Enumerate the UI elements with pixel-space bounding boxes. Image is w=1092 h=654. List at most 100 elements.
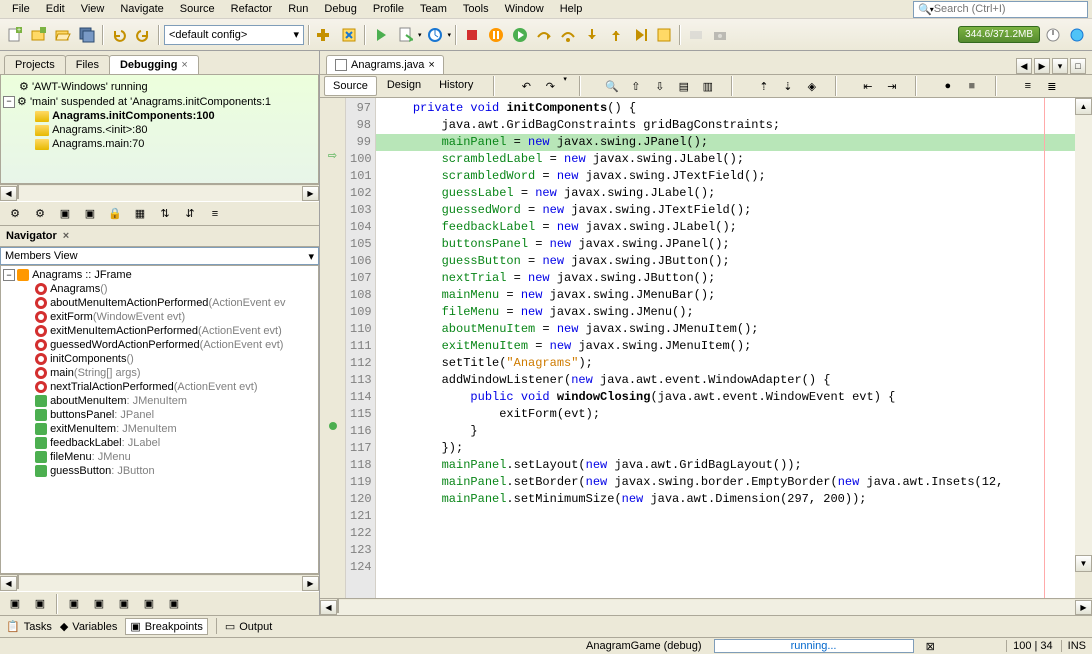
nav-method[interactable]: Anagrams() [3,282,316,296]
menu-view[interactable]: View [73,1,113,17]
nav-field[interactable]: guessButton : JButton [3,464,316,478]
nav-method[interactable]: nextTrialActionPerformed(ActionEvent evt… [3,380,316,394]
close-status-icon[interactable]: ⊠ [926,640,935,653]
new-project-button[interactable] [28,24,50,46]
code-line[interactable]: fileMenu = new javax.swing.JMenu(); [376,304,1075,321]
undo-button[interactable] [108,24,130,46]
subtab-history[interactable]: History [431,76,481,96]
nav-method[interactable]: guessedWordActionPerformed(ActionEvent e… [3,338,316,352]
filter-icon[interactable]: ⇵ [179,203,201,225]
resume-thread-icon[interactable]: ⚙ [4,203,26,225]
stack-frame[interactable]: Anagrams.<init>:80 [52,124,147,136]
tree-collapse-icon[interactable]: − [3,96,15,108]
scroll-right-icon[interactable]: ▶ [302,186,319,201]
step-over-expr-button[interactable] [557,24,579,46]
nav-field[interactable]: aboutMenuItem : JMenuItem [3,394,316,408]
toggle-bm-icon[interactable]: ◈ [801,75,823,97]
bottom-output[interactable]: ▭ Output [225,618,272,635]
back-icon[interactable]: ↶ [515,75,537,97]
code-line[interactable]: addWindowListener(new java.awt.event.Win… [376,372,1075,389]
scroll-left-icon[interactable]: ◀ [320,600,337,615]
code-line[interactable]: scrambledWord = new javax.swing.JTextFie… [376,168,1075,185]
maximize-icon[interactable]: □ [1070,58,1086,74]
close-icon[interactable]: × [181,59,187,71]
menu-run[interactable]: Run [280,1,316,17]
suspend-thread-icon[interactable]: ⚙ [29,203,51,225]
code-line[interactable]: }); [376,440,1075,457]
subtab-source[interactable]: Source [324,76,377,96]
nav-method[interactable]: exitForm(WindowEvent evt) [3,310,316,324]
uncomment-icon[interactable]: ≣ [1041,75,1063,97]
prev-bookmark-icon[interactable]: ⇡ [753,75,775,97]
menu-profile[interactable]: Profile [365,1,412,17]
show-inner-icon[interactable]: ▣ [138,593,160,615]
code-line[interactable]: feedbackLabel = new javax.swing.JLabel()… [376,219,1075,236]
scroll-thumb[interactable] [17,575,19,589]
forward-icon[interactable]: ↷ [539,75,561,97]
scroll-left-icon[interactable]: ◀ [0,576,17,591]
code-line[interactable]: mainPanel.setBorder(new javax.swing.bord… [376,474,1075,491]
menu-team[interactable]: Team [412,1,455,17]
redo-button[interactable] [132,24,154,46]
attach-button[interactable] [685,24,707,46]
toggle-highlight-icon[interactable]: ▤ [673,75,695,97]
code-line[interactable]: mainMenu = new javax.swing.JMenuBar(); [376,287,1075,304]
find-selection-icon[interactable]: 🔍 [601,75,623,97]
nav-method[interactable]: initComponents() [3,352,316,366]
shift-right-icon[interactable]: ⇥ [881,75,903,97]
find-prev-icon[interactable]: ⇧ [625,75,647,97]
quick-search[interactable]: 🔍 ▾ [913,1,1088,18]
navigator-tree[interactable]: − Anagrams :: JFrame Anagrams() aboutMen… [0,265,319,574]
nav-field[interactable]: buttonsPanel : JPanel [3,408,316,422]
code-line[interactable]: guessLabel = new javax.swing.JLabel(); [376,185,1075,202]
code-line[interactable]: exitForm(evt); [376,406,1075,423]
stop-button[interactable] [461,24,483,46]
box-icon[interactable]: ▦ [129,203,151,225]
menu-tools[interactable]: Tools [455,1,497,17]
next-bookmark-icon[interactable]: ⇣ [777,75,799,97]
scroll-left-icon[interactable]: ◀ [0,186,17,201]
nav-method[interactable]: main(String[] args) [3,366,316,380]
sort-icon[interactable]: ⇅ [154,203,176,225]
nav-field[interactable]: feedbackLabel : JLabel [3,436,316,450]
nav-field[interactable]: fileMenu : JMenu [3,450,316,464]
code-line[interactable]: mainPanel.setLayout(new java.awt.GridBag… [376,457,1075,474]
code-line[interactable]: exitMenuItem = new javax.swing.JMenuItem… [376,338,1075,355]
code-line[interactable]: nextTrial = new javax.swing.JButton(); [376,270,1075,287]
code-line[interactable]: java.awt.GridBagConstraints gridBagConst… [376,117,1075,134]
show-static-icon[interactable]: ▣ [88,593,110,615]
code-line[interactable]: scrambledLabel = new javax.swing.JLabel(… [376,151,1075,168]
pause-button[interactable] [485,24,507,46]
new-file-button[interactable]: + [4,24,26,46]
globe-button[interactable] [1066,24,1088,46]
editor-hscrollbar[interactable]: ◀ ▶ [320,598,1092,615]
code-line[interactable]: private void initComponents() { [376,100,1075,117]
code-line[interactable]: } [376,423,1075,440]
menu-source[interactable]: Source [172,1,223,17]
hscrollbar[interactable]: ◀ ▶ [0,184,319,201]
pop-frame-icon[interactable]: ▣ [79,203,101,225]
bottom-tasks[interactable]: 📋 Tasks [6,618,52,635]
show-inherited-icon[interactable]: ▣ [113,593,135,615]
scroll-up-icon[interactable]: ▲ [1075,98,1092,115]
editor-tab[interactable]: Anagrams.java × [326,55,444,74]
members-view-dropdown[interactable]: Members View▾ [0,247,319,265]
lock-icon[interactable]: 🔒 [104,203,126,225]
tab-debugging[interactable]: Debugging× [109,55,199,74]
nav-method[interactable]: aboutMenuItemActionPerformed(ActionEvent… [3,296,316,310]
shift-left-icon[interactable]: ⇤ [857,75,879,97]
sort-icon[interactable]: ▣ [29,593,51,615]
prev-tab-icon[interactable]: ◀ [1016,58,1032,74]
code-line[interactable]: buttonsPanel = new javax.swing.JPanel(); [376,236,1075,253]
config-dropdown[interactable]: <default config>▾ [164,25,304,45]
tab-list-icon[interactable]: ▾ [1052,58,1068,74]
scroll-down-icon[interactable]: ▼ [1075,555,1092,572]
bottom-variables[interactable]: ◆ Variables [60,618,118,635]
profile-button[interactable] [424,24,446,46]
vscrollbar[interactable]: ▲ ▼ [1075,98,1092,598]
continue-button[interactable] [509,24,531,46]
next-tab-icon[interactable]: ▶ [1034,58,1050,74]
code-editor[interactable]: ⇨ 97989910010110210310410510610710810911… [320,98,1092,598]
open-button[interactable] [52,24,74,46]
tab-projects[interactable]: Projects [4,55,66,74]
